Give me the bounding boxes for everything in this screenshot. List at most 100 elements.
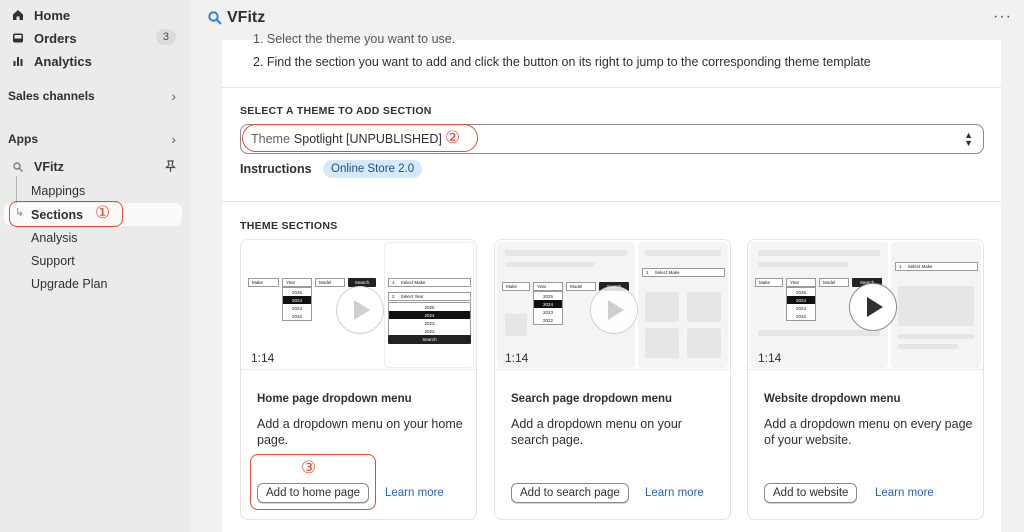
select-theme-heading: SELECT A THEME TO ADD SECTION: [240, 105, 432, 117]
annotation-number-1: ①: [95, 203, 111, 222]
main-card: 1. Select the theme you want to use. 2. …: [222, 32, 1001, 532]
mini-step1-make: 1 Select Make: [895, 262, 978, 271]
sales-channels-label: Sales channels: [8, 89, 95, 103]
mini-step-number: 1: [392, 280, 395, 285]
nav-analytics[interactable]: Analytics: [8, 49, 182, 73]
sidebar: Home Orders 3 Analytics Sales channels ›…: [0, 0, 191, 532]
mini-year-option: 2025: [795, 289, 806, 295]
app-name-label: VFitz: [34, 160, 64, 174]
mini-year-option: 2023: [795, 305, 806, 311]
section-card-title: Website dropdown menu: [764, 393, 901, 405]
video-thumbnail[interactable]: Make Year Model Search 2025 2024 2023 20…: [495, 240, 730, 370]
mini-year-list: 2025 2024 2023 2022: [282, 287, 312, 321]
section-card-description: Add a dropdown menu on your search page.: [511, 417, 682, 447]
mini-year-option: 2024: [534, 300, 562, 308]
thumb-placeholder-image: [898, 286, 974, 326]
nav-app-vfitz[interactable]: VFitz: [8, 155, 182, 179]
mini-year-option: 2022: [542, 317, 553, 323]
video-thumbnail[interactable]: Make Year Model Search 2025 2024 2023 20…: [748, 240, 983, 370]
step-1-text: 1. Select the theme you want to use.: [253, 32, 456, 46]
chevron-right-icon: ›: [171, 88, 176, 104]
mini-year-option: 2022: [795, 313, 806, 319]
thumb-placeholder-bar: [898, 334, 974, 339]
mini-year-option: 2022: [291, 313, 302, 319]
mini-year-option: 2025: [291, 289, 302, 295]
search-icon: [10, 159, 26, 175]
theme-sections-heading: THEME SECTIONS: [240, 220, 338, 232]
section-card-title: Home page dropdown menu: [257, 393, 412, 405]
mini-year-select: Year: [533, 282, 563, 291]
play-icon[interactable]: [590, 286, 638, 334]
mini-model-select: Model: [819, 278, 849, 287]
mini-make-select: Make: [502, 282, 530, 291]
annotation-number-3: ③: [301, 458, 317, 477]
learn-more-link[interactable]: Learn more: [645, 487, 704, 499]
instructions-label: Instructions: [240, 162, 312, 176]
video-duration: 1:14: [758, 351, 782, 365]
mini-select-make-text: Select Make: [400, 280, 426, 285]
mini-select-year-text: Select Year: [400, 294, 424, 299]
mini-year-option: 2025: [424, 304, 435, 310]
video-duration: 1:14: [251, 351, 275, 365]
mini-year-select: Year: [786, 278, 816, 287]
section-card-website: Make Year Model Search 2025 2024 2023 20…: [747, 239, 984, 520]
mini-step2-year: 2 Select Year: [388, 292, 471, 301]
nav-home-label: Home: [34, 7, 71, 23]
pin-icon[interactable]: [165, 160, 176, 176]
mini-year-option: 2024: [283, 296, 311, 304]
video-thumbnail[interactable]: Make Year Model Search 2025 2024 2023 20…: [241, 240, 476, 370]
thumb-placeholder-bar: [505, 250, 627, 256]
chevron-right-icon: ›: [171, 131, 176, 147]
more-actions-icon[interactable]: ···: [993, 8, 1012, 26]
thumb-placeholder-bar: [645, 250, 721, 256]
section-card-search: Make Year Model Search 2025 2024 2023 20…: [494, 239, 731, 520]
apps-label: Apps: [8, 132, 38, 146]
bar-chart-icon: [10, 53, 26, 69]
mini-make-select: Make: [248, 278, 279, 287]
mini-step-number: 1: [646, 270, 649, 275]
mini-year-list-right: 2025 2024 2023 2022: [388, 302, 471, 336]
learn-more-link[interactable]: Learn more: [875, 487, 934, 499]
thumb-placeholder-image: [645, 328, 679, 358]
video-duration: 1:14: [505, 351, 529, 365]
sidebar-item-analysis[interactable]: Analysis: [31, 231, 78, 245]
nav-home[interactable]: Home: [8, 3, 182, 27]
mini-year-option: 2022: [424, 328, 435, 334]
sidebar-item-mappings[interactable]: Mappings: [31, 184, 85, 198]
sidebar-item-support[interactable]: Support: [31, 254, 75, 268]
mini-year-option: 2023: [424, 320, 435, 326]
mini-year-list: 2025 2024 2023 2022: [533, 291, 563, 325]
mini-step1-make: 1 Select Make: [388, 278, 471, 287]
divider: [222, 87, 1001, 88]
play-icon[interactable]: [849, 283, 897, 331]
thumb-placeholder-bar: [898, 344, 958, 349]
annotation-number-2: ②: [445, 128, 461, 147]
mini-step1-make: 1 Select Make: [642, 268, 725, 277]
apps-header[interactable]: Apps ›: [8, 131, 182, 147]
thumb-placeholder-bar: [758, 250, 880, 256]
step-2-text: 2. Find the section you want to add and …: [253, 55, 871, 69]
thumb-placeholder-image: [505, 314, 527, 336]
add-to-website-button[interactable]: Add to website: [764, 483, 858, 503]
orders-count-badge: 3: [155, 29, 176, 45]
section-card-title: Search page dropdown menu: [511, 393, 673, 405]
add-to-search-page-button[interactable]: Add to search page: [511, 483, 629, 503]
thumb-placeholder-image: [687, 328, 721, 358]
sales-channels-header[interactable]: Sales channels ›: [8, 88, 182, 104]
instructions-badge[interactable]: Online Store 2.0: [323, 160, 423, 178]
select-caret-icon: ▲ ▼: [964, 130, 973, 148]
sidebar-item-upgrade-plan[interactable]: Upgrade Plan: [31, 277, 107, 291]
mini-select-make-text: Select Make: [907, 264, 933, 269]
learn-more-link[interactable]: Learn more: [385, 487, 444, 499]
mini-year-option: 2025: [542, 293, 553, 299]
thumb-placeholder-image: [645, 292, 679, 322]
thumb-placeholder-image: [687, 292, 721, 322]
thumb-placeholder-bar: [758, 262, 848, 267]
inbox-icon: [10, 30, 26, 46]
divider: [222, 201, 1001, 202]
app-search-icon: [207, 10, 223, 31]
thumb-placeholder-bar: [758, 330, 880, 336]
nav-orders[interactable]: Orders 3: [8, 26, 182, 50]
mini-select-make-text: Select Make: [654, 270, 680, 275]
play-icon[interactable]: [336, 286, 384, 334]
